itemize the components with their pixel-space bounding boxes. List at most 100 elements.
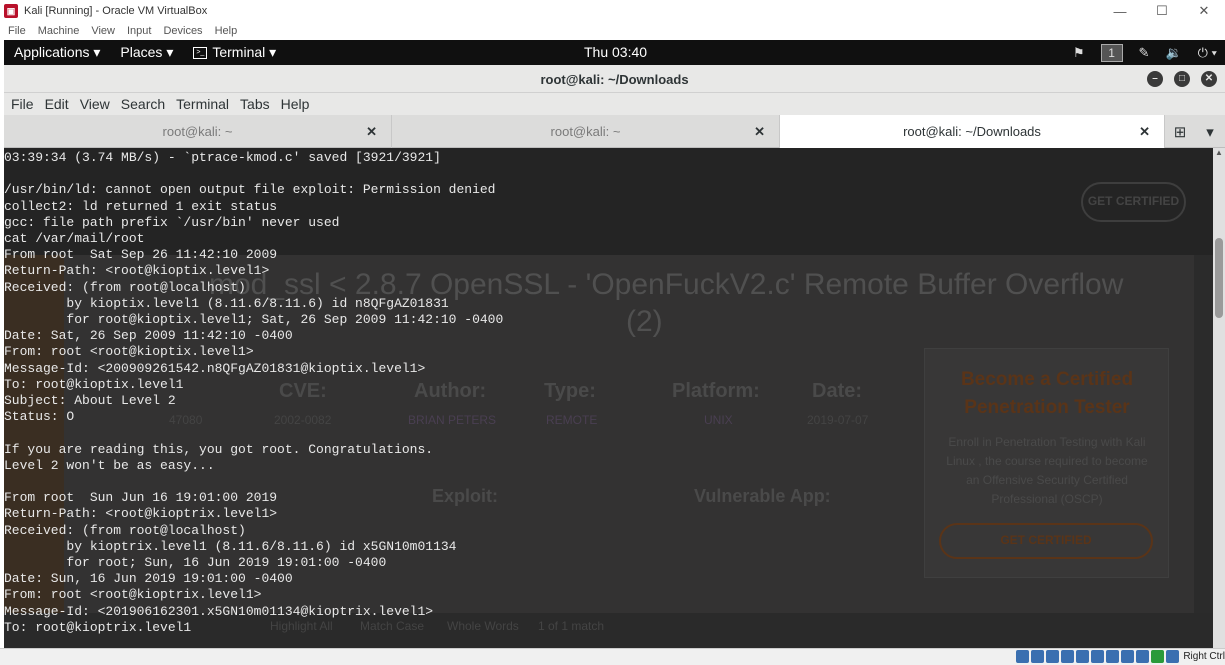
volume-icon[interactable]: 🔉 [1165, 45, 1181, 61]
vbox-menu-view[interactable]: View [91, 25, 115, 37]
vbox-menu-devices[interactable]: Devices [163, 25, 202, 37]
terminal-line: cat /var/mail/root [4, 231, 145, 247]
platform-value: UNIX [704, 413, 733, 427]
term-menu-tabs[interactable]: Tabs [240, 96, 270, 112]
vbox-statusbar: Right Ctrl [0, 648, 1225, 665]
kali-topbar: Applications ▾ Places ▾ >_ Terminal ▾ Th… [4, 40, 1225, 65]
vbox-menu-machine[interactable]: Machine [38, 25, 80, 37]
terminal-app-menu[interactable]: >_ Terminal ▾ [193, 44, 276, 61]
tab-close-icon[interactable]: ✕ [1139, 124, 1150, 140]
tab-close-icon[interactable]: ✕ [754, 124, 765, 140]
tab-label: root@kali: ~/Downloads [903, 124, 1041, 139]
tab-home-2[interactable]: root@kali: ~ ✕ [392, 115, 780, 148]
terminal-headerbar: root@kali: ~/Downloads – □ ✕ [4, 65, 1225, 93]
workspace-indicator[interactable]: 1 [1100, 43, 1123, 62]
term-menu-view[interactable]: View [80, 96, 110, 112]
cpu-icon[interactable] [1136, 650, 1150, 663]
tab-downloads[interactable]: root@kali: ~/Downloads ✕ [780, 115, 1165, 148]
terminal-line: Received: (from root@localhost) [4, 279, 246, 295]
terminal-line: for root; Sun, 16 Jun 2019 19:01:00 -040… [4, 555, 387, 571]
terminal-line: collect2: ld returned 1 exit status [4, 198, 278, 214]
scrollbar-thumb[interactable] [1215, 238, 1223, 318]
terminal-line: From: root <root@kioptix.level1> [4, 344, 254, 360]
terminal-line: To: root@kioptrix.level1 [4, 619, 192, 635]
terminal-line: Return-Path: <root@kioptix.level1> [4, 263, 270, 279]
power-icon[interactable]: ⏻ ▾ [1198, 45, 1217, 61]
platform-label: Platform: [672, 380, 760, 402]
terminal-line: for root@kioptix.level1; Sat, 26 Sep 200… [4, 312, 504, 328]
page-heading-suffix: (2) [626, 305, 663, 338]
places-menu[interactable]: Places ▾ [120, 44, 173, 61]
minimize-button[interactable]: — [1099, 0, 1141, 22]
new-tab-icon[interactable]: ⊞ [1165, 115, 1195, 148]
tab-close-icon[interactable]: ✕ [366, 124, 377, 140]
terminal-line: gcc: file path prefix `/usr/bin' never u… [4, 214, 340, 230]
terminal-line: Level 2 won't be as easy... [4, 457, 215, 473]
applications-menu[interactable]: Applications ▾ [14, 44, 100, 61]
recording-icon[interactable] [1121, 650, 1135, 663]
terminal-scrollbar[interactable]: ▲ [1213, 148, 1225, 648]
tabs-dropdown-icon[interactable]: ▾ [1195, 115, 1225, 148]
term-menu-help[interactable]: Help [281, 96, 310, 112]
window-title: Kali [Running] - Oracle VM VirtualBox [24, 5, 208, 17]
terminal-line: Message-Id: <200909261542.n8QFgAZ01831@k… [4, 360, 426, 376]
network-adapter-icon[interactable] [1061, 650, 1075, 663]
promo-get-certified-label: GET CERTIFIED [1000, 533, 1092, 547]
terminal-minimize-icon[interactable]: – [1147, 71, 1163, 87]
clock[interactable]: Thu 03:40 [584, 44, 647, 60]
scroll-up-arrow-icon[interactable]: ▲ [1213, 148, 1225, 160]
hdd-icon[interactable] [1016, 650, 1030, 663]
terminal-line: Received: (from root@localhost) [4, 522, 246, 538]
host-key-label: Right Ctrl [1183, 651, 1225, 662]
terminal-line: Return-Path: <root@kioptrix.level1> [4, 506, 278, 522]
tab-home-1[interactable]: root@kali: ~ ✕ [4, 115, 392, 148]
term-menu-edit[interactable]: Edit [45, 96, 69, 112]
mouse-integration-icon[interactable] [1151, 650, 1165, 663]
terminal-line: From root Sat Sep 26 11:42:10 2009 [4, 247, 278, 263]
date-label: Date: [812, 380, 863, 402]
maximize-button[interactable]: ☐ [1141, 0, 1183, 22]
term-menu-terminal[interactable]: Terminal [176, 96, 229, 112]
find-result: 1 of 1 match [538, 619, 605, 633]
terminal-app-label: Terminal ▾ [212, 44, 277, 60]
pen-icon[interactable]: ✎ [1139, 45, 1150, 61]
display-icon[interactable] [1106, 650, 1120, 663]
type-value: REMOTE [546, 413, 598, 427]
vbox-menu-file[interactable]: File [8, 25, 26, 37]
usb-icon[interactable] [1076, 650, 1090, 663]
tab-label: root@kali: ~ [550, 124, 621, 139]
terminal-line: To: root@kioptix.level1 [4, 376, 184, 392]
close-button[interactable]: ✕ [1183, 0, 1225, 22]
tab-label: root@kali: ~ [162, 124, 233, 139]
date-value: 2019-07-07 [807, 413, 869, 427]
terminal-line: Status: O [4, 409, 75, 425]
term-menu-search[interactable]: Search [121, 96, 165, 112]
terminal-body[interactable]: mod_ssl < 2.8.7 OpenSSL - 'OpenFuckV2.c'… [4, 148, 1213, 648]
vbox-titlebar: ▣ Kali [Running] - Oracle VM VirtualBox … [0, 0, 1225, 22]
network-icon[interactable]: ⚑ [1073, 45, 1085, 61]
header-get-certified-label: GET CERTIFIED [1087, 194, 1180, 208]
vulnerable-app-label: Vulnerable App: [694, 486, 831, 506]
terminal-icon: >_ [193, 46, 208, 59]
terminal-line: If you are reading this, you got root. C… [4, 441, 434, 457]
vbox-menu-help[interactable]: Help [215, 25, 238, 37]
terminal-tabbar: root@kali: ~ ✕ root@kali: ~ ✕ root@kali:… [4, 115, 1225, 148]
terminal-line: Date: Sat, 26 Sep 2009 11:42:10 -0400 [4, 328, 293, 344]
keyboard-icon[interactable] [1166, 650, 1180, 663]
terminal-window-title: root@kali: ~/Downloads [540, 72, 689, 87]
term-menu-file[interactable]: File [11, 96, 34, 112]
terminal-maximize-icon[interactable]: □ [1174, 71, 1190, 87]
shared-folders-icon[interactable] [1091, 650, 1105, 663]
terminal-output: 03:39:34 (3.74 MB/s) - `ptrace-kmod.c' s… [4, 150, 503, 636]
terminal-line: 03:39:34 (3.74 MB/s) - `ptrace-kmod.c' s… [4, 150, 441, 165]
terminal-menubar: File Edit View Search Terminal Tabs Help [4, 93, 1225, 115]
promo-text: Enroll in Penetration Testing with Kali … [946, 435, 1148, 506]
terminal-close-icon[interactable]: ✕ [1201, 71, 1217, 87]
optical-drive-icon[interactable] [1031, 650, 1045, 663]
terminal-line: Subject: About Level 2 [4, 393, 176, 409]
audio-icon[interactable] [1046, 650, 1060, 663]
vbox-menu-input[interactable]: Input [127, 25, 151, 37]
terminal-line: From root Sun Jun 16 19:01:00 2019 [4, 490, 278, 506]
